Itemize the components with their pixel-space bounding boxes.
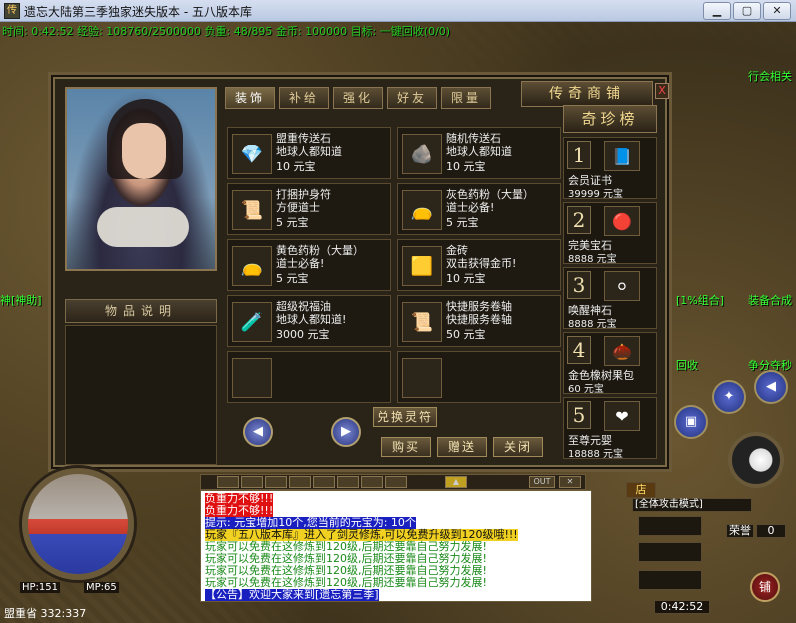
honor-label: 荣誉 [726,524,754,538]
shop-item[interactable]: 💎 盟重传送石 地球人都知道 10 元宝 [227,127,391,179]
menu-button-icon[interactable]: ✦ [712,380,746,414]
rank-item[interactable]: 3 ⚪ 唤醒神石 8888 元宝 [563,267,657,330]
gem-icon: 🔴 [604,206,640,236]
shop-item[interactable]: 🪨 随机传送石 地球人都知道 10 元宝 [397,127,561,179]
gold-brick-icon: 🟨 [402,246,442,286]
scroll-icon: 📜 [402,302,442,342]
tab-decoration[interactable]: 装饰 [225,87,275,109]
chat-toolbar: ▲ OUT ✕ [200,474,586,490]
close-window-button[interactable]: ✕ [763,2,791,20]
chat-filter-icon[interactable] [217,476,239,488]
item-description-panel [65,325,217,465]
teleport-stone-icon: 💎 [232,134,272,174]
tab-limited[interactable]: 限量 [441,87,491,109]
chat-out-button[interactable]: OUT [529,476,555,488]
shop-window: 物品说明 装饰 补给 强化 好友 限量 传奇商铺 X 💎 盟重传送石 地球人都知… [48,72,672,472]
rank-item[interactable]: 2 🔴 完美宝石 8888 元宝 [563,202,657,265]
buy-button[interactable]: 购买 [381,437,431,457]
chat-shout-icon[interactable]: ▲ [445,476,467,488]
chat-filter-icon[interactable] [289,476,311,488]
random-stone-icon: 🪨 [402,134,442,174]
empty-slot-icon [402,358,442,398]
tab-enhance[interactable]: 强化 [333,87,383,109]
acorn-pack-icon: 🌰 [604,336,640,366]
item-description-header: 物品说明 [65,299,217,323]
status-line: 时间: 0:42:52 经验: 108760/2500000 负重: 48/89… [2,25,451,38]
prev-page-button[interactable]: ◀ [243,417,273,447]
skill-slot[interactable] [638,542,702,562]
shop-item[interactable]: 📜 快捷服务卷轴 快捷服务卷轴 50 元宝 [397,295,561,347]
maximize-button[interactable]: ▢ [733,2,761,20]
grey-powder-icon: 👝 [402,190,442,230]
chat-log[interactable]: 负重力不够!!! 负重力不够!!! 提示: 元宝增加10个,您当前的元宝为: 1… [200,490,592,602]
attack-mode[interactable]: [全体攻击模式] [632,498,752,512]
rank-item[interactable]: 1 📘 会员证书 39999 元宝 [563,137,657,200]
yellow-powder-icon: 👝 [232,246,272,286]
chat-filter-icon[interactable] [265,476,287,488]
shop-button[interactable]: 铺 [750,572,780,602]
app-icon: 传 [4,3,20,19]
close-shop-button[interactable]: 关闭 [493,437,543,457]
window-titlebar: 传 遗忘大陆第三季独家迷失版本 - 五八版本库 ▁ ▢ ✕ [0,0,796,22]
shop-item[interactable]: 👝 黄色药粉（大量） 道士必备! 5 元宝 [227,239,391,291]
npc-label-equip[interactable]: 装备合成 [748,292,792,308]
rank-item[interactable]: 4 🌰 金色橡树果包 60 元宝 [563,332,657,395]
chat-close-icon[interactable]: ✕ [559,476,581,488]
tab-supply[interactable]: 补给 [279,87,329,109]
rank-item[interactable]: 5 ❤ 至尊元婴 18888 元宝 [563,397,657,460]
window-title: 遗忘大陆第三季独家迷失版本 - 五八版本库 [24,5,252,19]
honor-value: 0 [756,524,786,538]
treasure-title: 奇珍榜 [563,105,657,133]
empty-item-slot[interactable] [227,351,391,403]
chat-filter-icon[interactable] [337,476,359,488]
treasure-ranking: 奇珍榜 1 📘 会员证书 39999 元宝 2 🔴 完美宝石 8888 元宝 3… [563,105,657,465]
chat-line: 【公告】欢迎大家来到[遗忘第三季] [205,588,379,601]
certificate-icon: 📘 [604,141,640,171]
yuanying-icon: ❤ [604,401,640,431]
hp-mp-orb [22,468,134,580]
bless-oil-icon: 🧪 [232,302,272,342]
next-page-button[interactable]: ▶ [331,417,361,447]
chat-filter-icon[interactable] [385,476,407,488]
game-clock: 0:42:52 [654,600,710,614]
amulet-bundle-icon: 📜 [232,190,272,230]
npc-label-guild[interactable]: 行会相关 [748,68,792,84]
npc-label-helper[interactable]: 神[神助] [0,292,42,308]
shop-title: 传奇商铺 [521,81,653,107]
day-night-moon-icon [728,432,784,488]
moonstone-icon: ⚪ [604,271,640,301]
empty-item-slot[interactable] [397,351,561,403]
npc-label-combo[interactable]: [1%组合] [676,292,724,308]
skill-slot[interactable] [638,570,702,590]
bag-button-icon[interactable]: ▣ [674,405,708,439]
shop-item[interactable]: 👝 灰色药粉（大量） 道士必备! 5 元宝 [397,183,561,235]
empty-slot-icon [232,358,272,398]
chat-filter-icon[interactable] [241,476,263,488]
hp-readout: HP:151 [20,582,61,593]
sound-button-icon[interactable]: ◀ [754,370,788,404]
hud-left [0,452,200,623]
mp-readout: MP:65 [84,582,119,593]
tab-friend[interactable]: 好友 [387,87,437,109]
map-coordinates: 盟重省 332:337 [4,607,87,620]
npc-label-recycle[interactable]: 回收 [676,357,698,373]
shop-item[interactable]: 🟨 金砖 双击获得金币! 10 元宝 [397,239,561,291]
shop-item[interactable]: 🧪 超级祝福油 地球人都知道! 3000 元宝 [227,295,391,347]
chat-filter-icon[interactable] [361,476,383,488]
shop-close-icon[interactable]: X [655,83,669,99]
shop-tab[interactable]: 店 [626,482,656,498]
chat-filter-icon[interactable] [313,476,335,488]
skill-slot[interactable] [638,516,702,536]
exchange-button[interactable]: 兑换灵符 [373,407,437,427]
gift-button[interactable]: 赠送 [437,437,487,457]
shop-item[interactable]: 📜 打捆护身符 方便道士 5 元宝 [227,183,391,235]
minimize-button[interactable]: ▁ [703,2,731,20]
character-portrait [65,87,217,271]
item-grid: 💎 盟重传送石 地球人都知道 10 元宝 🪨 随机传送石 地球人都知道 10 元… [227,127,561,403]
